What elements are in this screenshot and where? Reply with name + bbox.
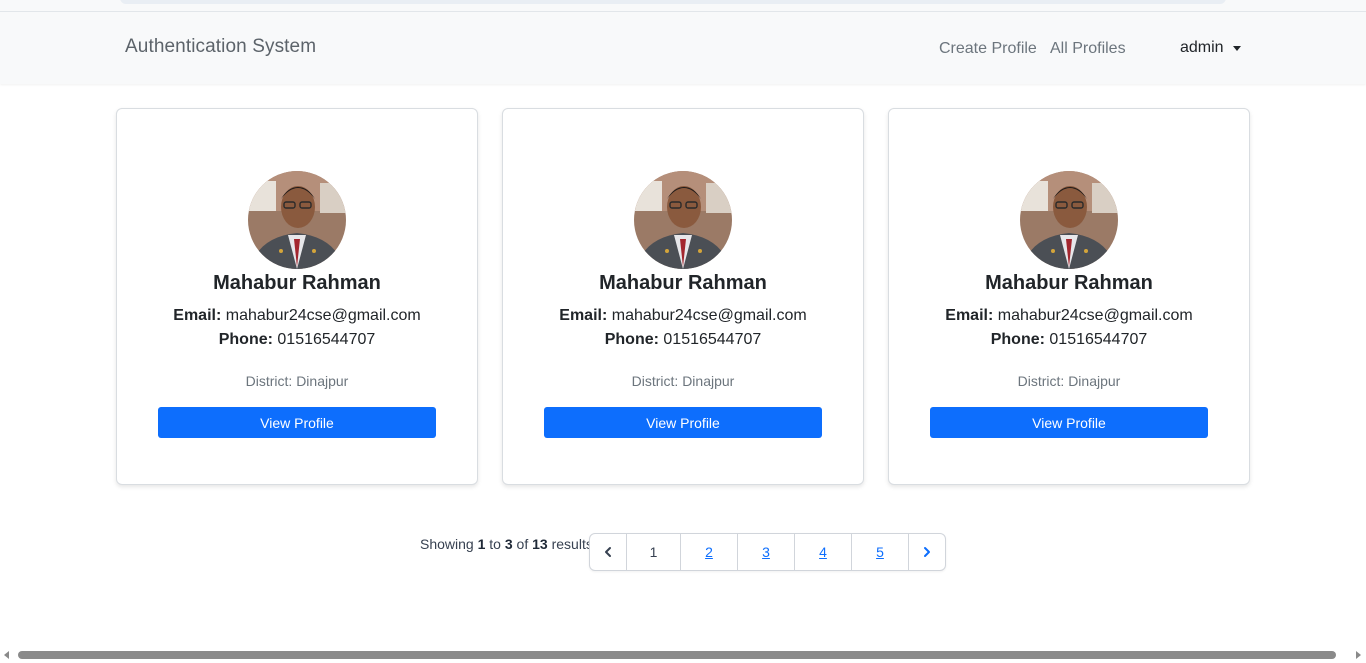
- email-label: Email:: [945, 307, 994, 324]
- browser-top-strip: [0, 0, 1366, 12]
- profile-phone: Phone: 01516544707: [117, 331, 477, 349]
- phone-label: Phone:: [990, 331, 1045, 348]
- avatar: [1020, 171, 1118, 269]
- profile-district: District: Dinajpur: [1017, 373, 1121, 389]
- profile-name: Mahabur Rahman: [599, 272, 767, 294]
- profile-card: Mahabur Rahman Email: mahabur24cse@gmail…: [502, 108, 864, 485]
- range-to: 3: [504, 536, 513, 552]
- results-text: results: [551, 536, 593, 552]
- page-link[interactable]: 5: [852, 534, 909, 570]
- nav-create-profile[interactable]: Create Profile: [939, 40, 1037, 58]
- scroll-right-icon[interactable]: [1356, 651, 1361, 659]
- view-profile-button[interactable]: View Profile: [930, 407, 1208, 438]
- profile-name: Mahabur Rahman: [985, 272, 1153, 294]
- chevron-left-icon: [605, 547, 611, 557]
- caret-down-icon: [1232, 45, 1241, 51]
- chevron-right-icon: [924, 547, 930, 557]
- page-link[interactable]: 3: [738, 534, 795, 570]
- of-text: of: [516, 536, 529, 552]
- user-name: admin: [1180, 39, 1224, 56]
- profile-phone: Phone: 01516544707: [889, 331, 1249, 349]
- profile-phone: Phone: 01516544707: [503, 331, 863, 349]
- address-bar: [120, 0, 1226, 4]
- view-profile-button[interactable]: View Profile: [158, 407, 436, 438]
- email-value: mahabur24cse@gmail.com: [225, 307, 421, 324]
- phone-value: 01516544707: [277, 331, 376, 348]
- prev-page-button[interactable]: [590, 534, 627, 570]
- horizontal-scrollbar[interactable]: [0, 648, 1366, 663]
- phone-value: 01516544707: [1049, 331, 1148, 348]
- to-text: to: [489, 536, 501, 552]
- email-value: mahabur24cse@gmail.com: [611, 307, 807, 324]
- nav-all-profiles[interactable]: All Profiles: [1050, 40, 1126, 58]
- profile-name: Mahabur Rahman: [213, 272, 381, 294]
- avatar: [634, 171, 732, 269]
- pagination: 1 2 3 4 5: [589, 533, 946, 571]
- phone-label: Phone:: [604, 331, 659, 348]
- phone-value: 01516544707: [663, 331, 762, 348]
- page-link[interactable]: 4: [795, 534, 852, 570]
- view-profile-button[interactable]: View Profile: [544, 407, 822, 438]
- navbar: Authentication System Create Profile All…: [0, 12, 1366, 84]
- scroll-left-icon[interactable]: [4, 651, 9, 659]
- page-link[interactable]: 2: [681, 534, 738, 570]
- phone-label: Phone:: [218, 331, 273, 348]
- profile-card: Mahabur Rahman Email: mahabur24cse@gmail…: [116, 108, 478, 485]
- brand-title[interactable]: Authentication System: [125, 36, 316, 58]
- next-page-button[interactable]: [909, 534, 945, 570]
- profile-email: Email: mahabur24cse@gmail.com: [503, 307, 863, 325]
- profile-card: Mahabur Rahman Email: mahabur24cse@gmail…: [888, 108, 1250, 485]
- scrollbar-thumb[interactable]: [18, 651, 1336, 659]
- email-label: Email:: [559, 307, 608, 324]
- range-from: 1: [477, 536, 486, 552]
- pagination-summary: Showing 1 to 3 of 13 results: [420, 536, 593, 552]
- showing-text: Showing: [420, 536, 474, 552]
- avatar: [248, 171, 346, 269]
- user-dropdown[interactable]: admin: [1180, 39, 1241, 57]
- profile-email: Email: mahabur24cse@gmail.com: [889, 307, 1249, 325]
- total-count: 13: [532, 536, 548, 552]
- profile-district: District: Dinajpur: [631, 373, 735, 389]
- email-value: mahabur24cse@gmail.com: [997, 307, 1193, 324]
- email-label: Email:: [173, 307, 222, 324]
- profile-district: District: Dinajpur: [245, 373, 349, 389]
- page-current: 1: [627, 534, 681, 570]
- profile-email: Email: mahabur24cse@gmail.com: [117, 307, 477, 325]
